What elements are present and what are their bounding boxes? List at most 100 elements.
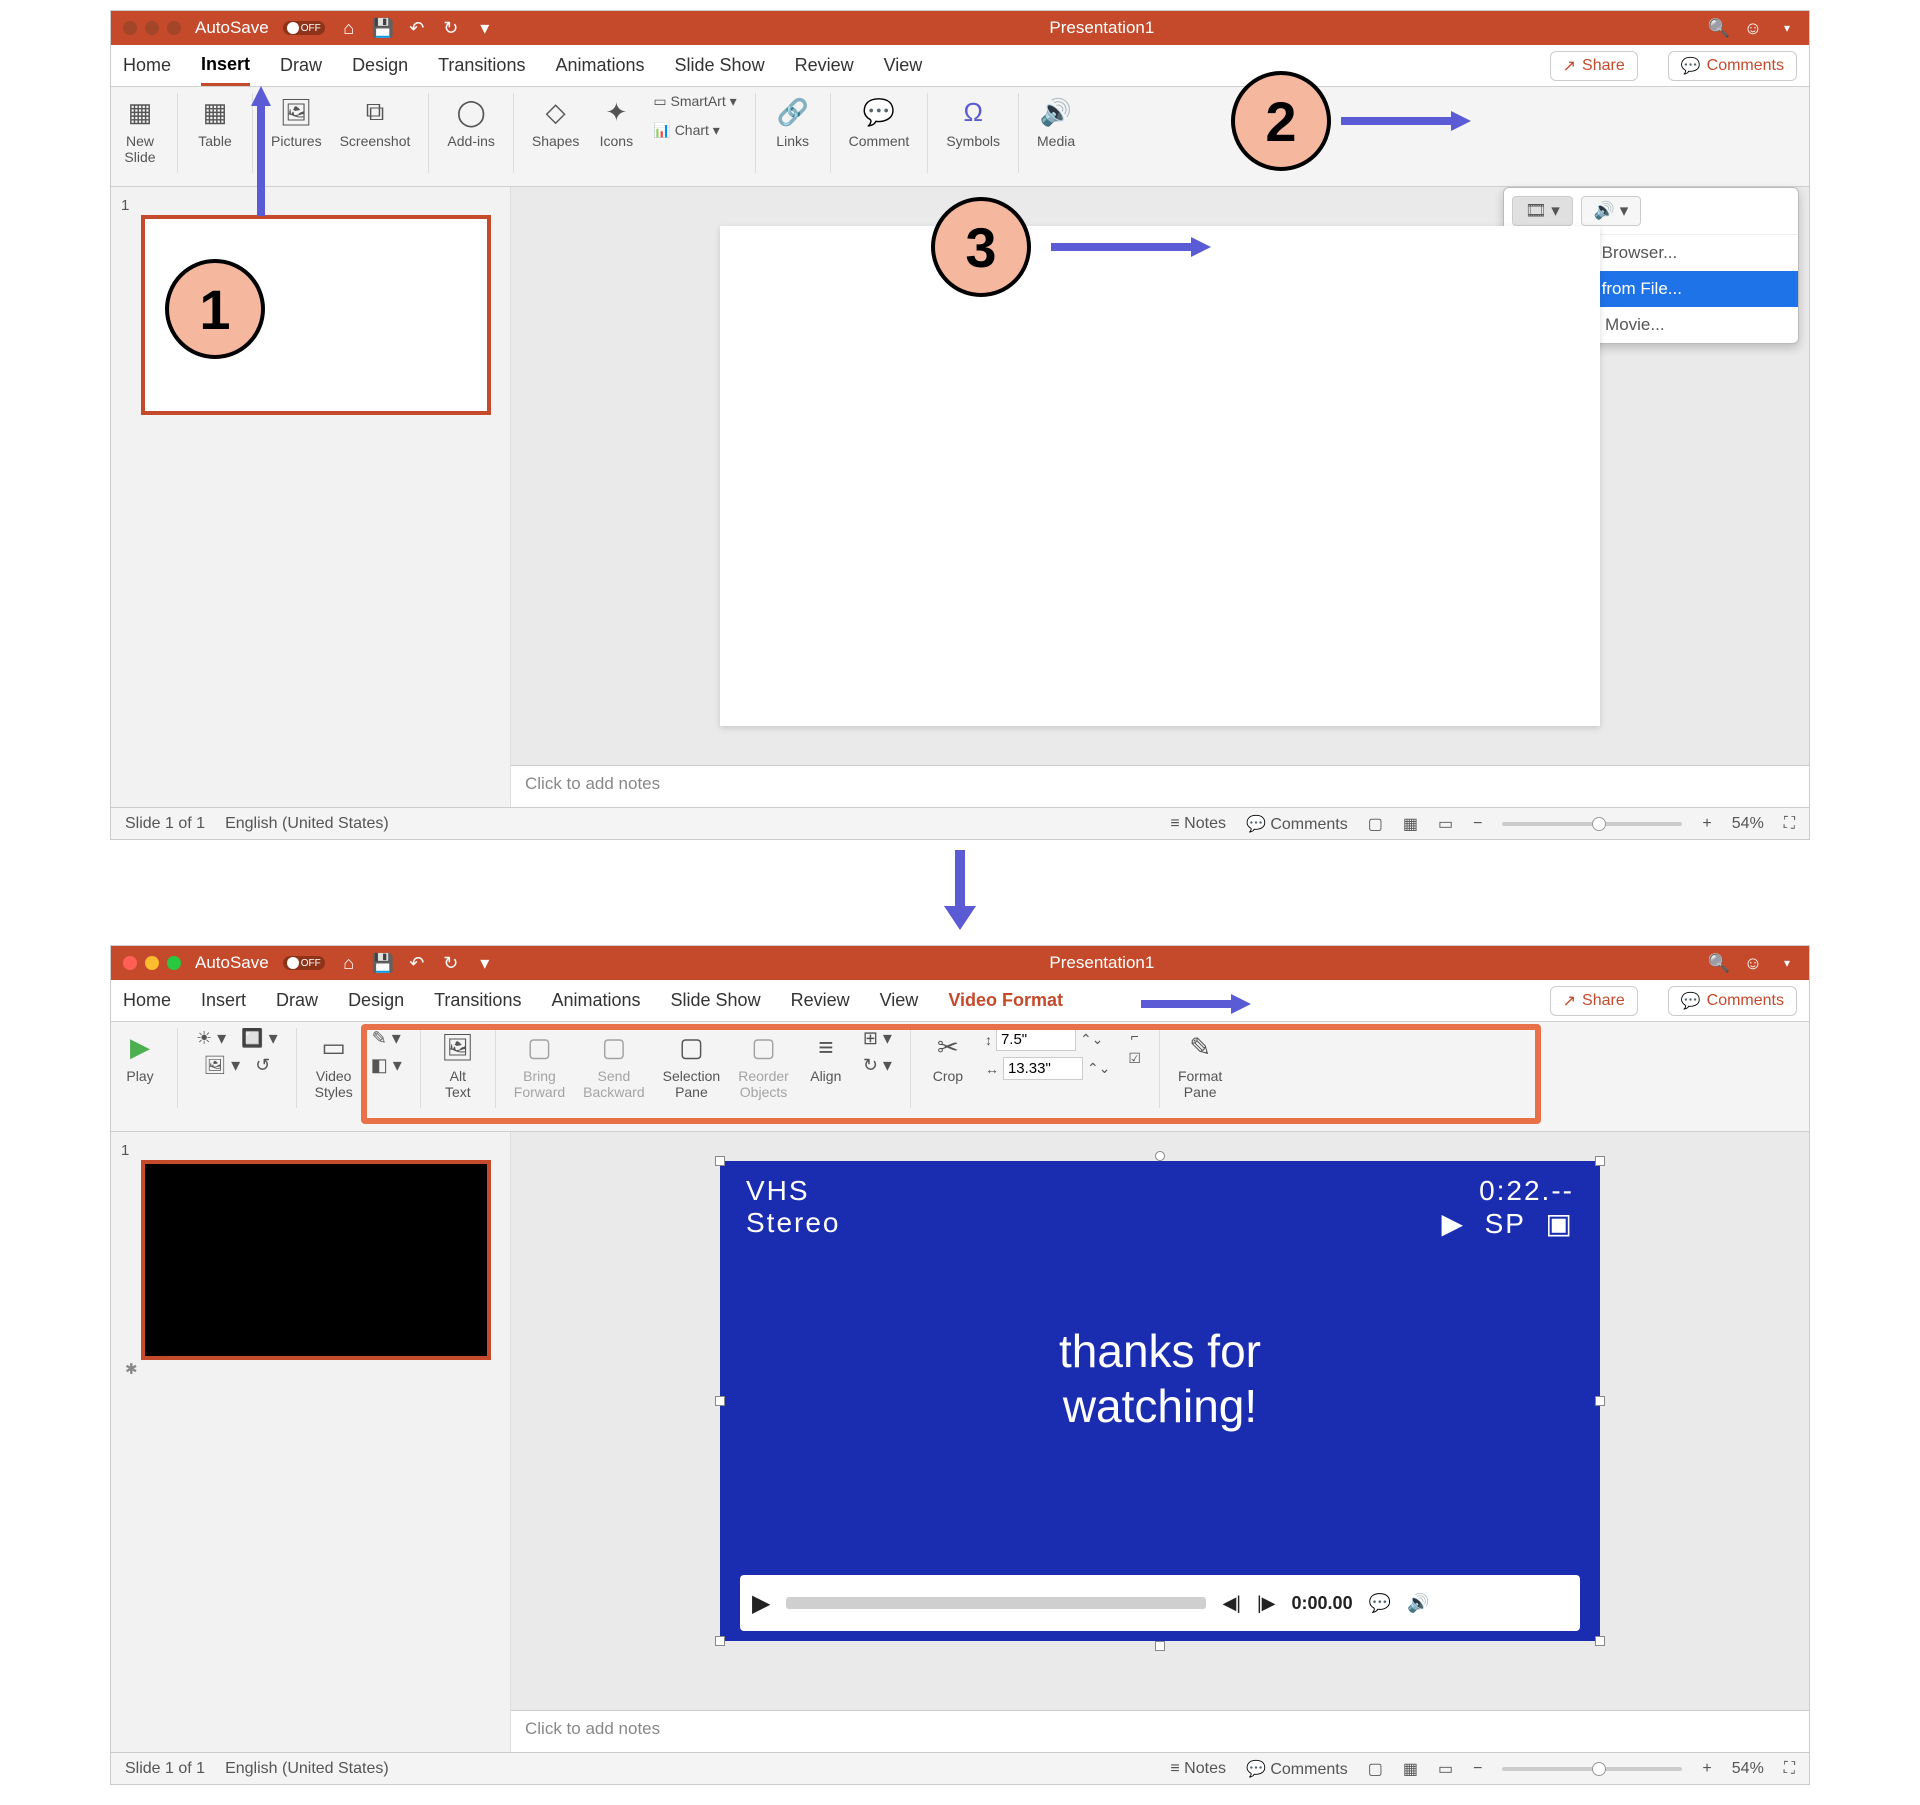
undo-icon[interactable]: ↶ [407,953,427,973]
view-normal-icon[interactable]: ▢ [1368,814,1383,834]
zoom-in-icon[interactable]: + [1702,815,1711,833]
close-dot[interactable] [123,956,137,970]
zoom-slider[interactable] [1502,1767,1682,1771]
max-dot[interactable] [167,956,181,970]
status-notes[interactable]: ≡ Notes [1170,815,1226,833]
ribbon-corrections[interactable]: ☀ ▾ 🔲 ▾ 🖼 ▾ ↺ [196,1028,278,1076]
video-play-button[interactable]: ▶ [752,1589,770,1618]
window-controls[interactable] [123,956,181,970]
qat-more-icon[interactable]: ▾ [475,18,495,38]
ribbon-media[interactable]: 🔊Media [1037,93,1075,149]
zoom-slider[interactable] [1502,822,1682,826]
tab-home[interactable]: Home [123,982,171,1019]
ribbon-alt-text[interactable]: 🖼Alt Text [439,1028,477,1100]
tab-draw[interactable]: Draw [276,982,318,1019]
undo-icon[interactable]: ↶ [407,18,427,38]
tab-view[interactable]: View [880,982,919,1019]
ribbon-links[interactable]: 🔗Links [774,93,812,149]
tab-insert[interactable]: Insert [201,982,246,1019]
status-lang[interactable]: English (United States) [225,1760,389,1778]
search-icon[interactable]: 🔍 [1709,953,1729,973]
status-notes[interactable]: ≡ Notes [1170,1760,1226,1778]
account-icon[interactable]: ☺ [1743,953,1763,973]
save-icon[interactable]: 💾 [373,953,393,973]
share-button[interactable]: ↗Share [1550,986,1638,1016]
ribbon-aspect-lock[interactable]: ⌐☑ [1128,1028,1141,1067]
tab-slideshow[interactable]: Slide Show [675,47,765,84]
ribbon-reorder-objects[interactable]: ▢Reorder Objects [738,1028,789,1100]
tab-video-format[interactable]: Video Format [948,982,1063,1019]
view-reading-icon[interactable]: ▭ [1438,814,1453,834]
search-icon[interactable]: 🔍 [1709,18,1729,38]
slide-thumbnails[interactable]: 1 1 [111,187,511,807]
max-dot[interactable] [167,21,181,35]
save-icon[interactable]: 💾 [373,18,393,38]
video-object[interactable]: VHS Stereo 0:22.-- ▶ SP ▣ thanks for wat… [720,1161,1600,1681]
ribbon-group-rotate[interactable]: ⊞ ▾ ↻ ▾ [863,1028,892,1076]
tab-slideshow[interactable]: Slide Show [671,982,761,1019]
video-step-back-icon[interactable]: ◀| [1222,1593,1241,1614]
window-controls[interactable] [123,21,181,35]
status-comments[interactable]: 💬 Comments [1246,814,1348,834]
notes-pane[interactable]: Click to add notes [511,765,1809,807]
tab-transitions[interactable]: Transitions [434,982,521,1019]
zoom-in-icon[interactable]: + [1702,1760,1711,1778]
account-chevron-icon[interactable]: ▾ [1777,953,1797,973]
video-scrubber[interactable] [786,1597,1206,1609]
close-dot[interactable] [123,21,137,35]
account-chevron-icon[interactable]: ▾ [1777,18,1797,38]
fit-icon[interactable]: ⛶ [1784,815,1795,833]
ribbon-video-style-controls[interactable]: ✎ ▾ ◧ ▾ [371,1028,402,1076]
ribbon-selection-pane[interactable]: ▢Selection Pane [663,1028,721,1100]
slide[interactable] [720,226,1600,726]
video-step-fwd-icon[interactable]: |▶ [1257,1593,1276,1614]
slide-canvas[interactable]: 3 [511,187,1809,765]
ribbon-table[interactable]: ▦Table [196,93,234,149]
tab-draw[interactable]: Draw [280,47,322,84]
ribbon-comment[interactable]: 💬Comment [849,93,910,149]
status-lang[interactable]: English (United States) [225,815,389,833]
ribbon-play[interactable]: ▶Play [121,1028,159,1084]
ribbon-screenshot[interactable]: ⧉Screenshot [340,93,411,149]
slide-canvas[interactable]: VHS Stereo 0:22.-- ▶ SP ▣ thanks for wat… [511,1132,1809,1710]
ribbon-icons[interactable]: ✦Icons [597,93,635,149]
tab-design[interactable]: Design [352,47,408,84]
ribbon-crop[interactable]: ✂Crop [929,1028,967,1084]
slide-thumb-1[interactable]: 1 [141,215,491,415]
comments-button[interactable]: 💬Comments [1668,51,1797,81]
width-field[interactable] [1003,1057,1083,1080]
qat-more-icon[interactable]: ▾ [475,953,495,973]
ribbon-pictures[interactable]: 🖼Pictures [271,93,322,149]
view-sorter-icon[interactable]: ▦ [1403,1759,1418,1779]
ribbon-video-styles[interactable]: ▭Video Styles [315,1028,353,1100]
zoom-out-icon[interactable]: − [1473,1760,1482,1778]
ribbon-addins[interactable]: ◯Add-ins [447,93,494,149]
autosave-toggle[interactable]: OFF [283,21,325,35]
ribbon-align[interactable]: ≡Align [807,1028,845,1084]
view-reading-icon[interactable]: ▭ [1438,1759,1453,1779]
tab-transitions[interactable]: Transitions [438,47,525,84]
tab-design[interactable]: Design [348,982,404,1019]
home-icon[interactable]: ⌂ [339,953,359,973]
view-sorter-icon[interactable]: ▦ [1403,814,1418,834]
min-dot[interactable] [145,21,159,35]
redo-icon[interactable]: ↻ [441,953,461,973]
tab-insert[interactable]: Insert [201,46,250,86]
comments-button[interactable]: 💬Comments [1668,986,1797,1016]
zoom-value[interactable]: 54% [1732,1760,1764,1778]
ribbon-shapes[interactable]: ◇Shapes [532,93,579,149]
redo-icon[interactable]: ↻ [441,18,461,38]
zoom-out-icon[interactable]: − [1473,815,1482,833]
ribbon-send-backward[interactable]: ▢Send Backward [583,1028,644,1100]
height-field[interactable] [996,1028,1076,1051]
video-caption-icon[interactable]: 💬 [1369,1593,1391,1614]
home-icon[interactable]: ⌂ [339,18,359,38]
video-volume-icon[interactable]: 🔊 [1407,1593,1429,1614]
tab-home[interactable]: Home [123,47,171,84]
tab-view[interactable]: View [884,47,923,84]
zoom-value[interactable]: 54% [1732,815,1764,833]
tab-animations[interactable]: Animations [551,982,640,1019]
tab-review[interactable]: Review [795,47,854,84]
status-comments[interactable]: 💬 Comments [1246,1759,1348,1779]
notes-pane[interactable]: Click to add notes [511,1710,1809,1752]
